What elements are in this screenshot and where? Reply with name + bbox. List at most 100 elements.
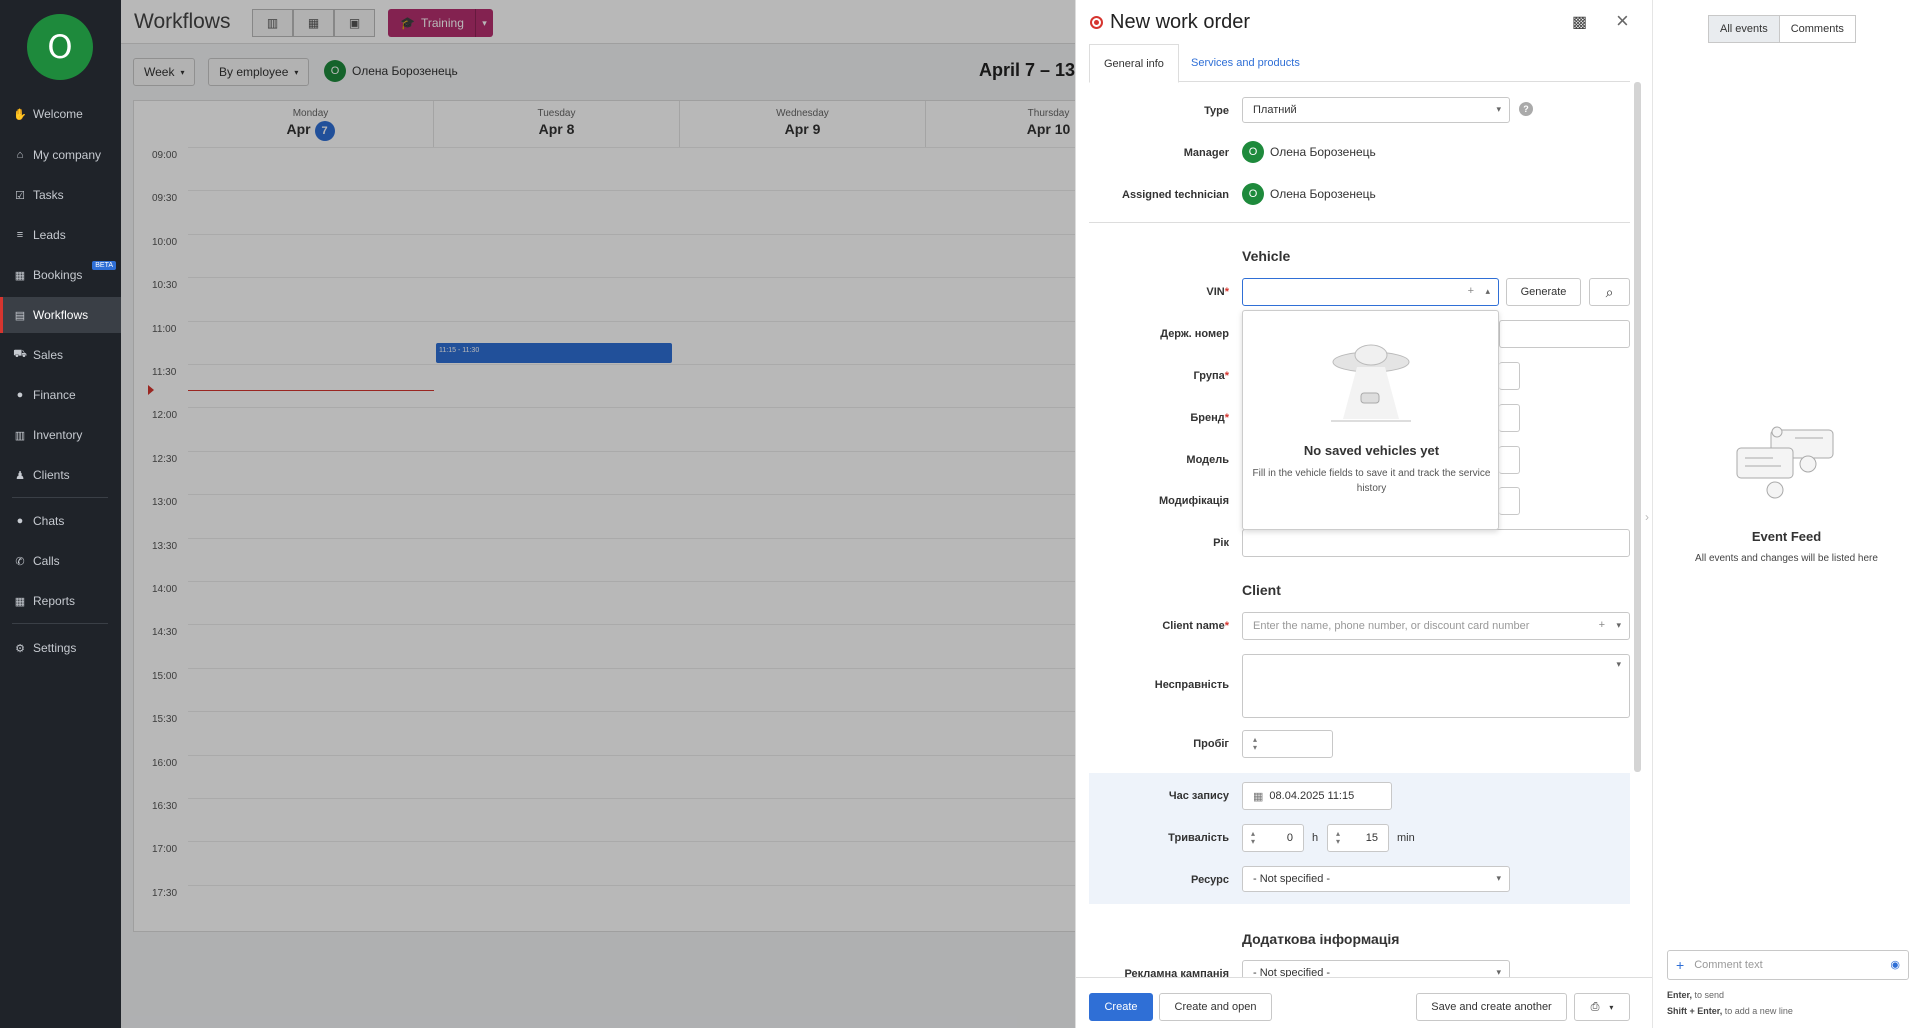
chevron-down-icon: ▾: [1609, 1002, 1614, 1012]
send-hint: Enter, to send: [1667, 990, 1725, 1000]
sidebar-divider: [12, 623, 108, 624]
year-input[interactable]: [1242, 529, 1630, 557]
sidebar-item-bookings[interactable]: ▦ Bookings BETA: [0, 257, 121, 293]
sidebar-item-my-company[interactable]: ⌂ My company: [0, 137, 121, 173]
save-and-create-another-button[interactable]: Save and create another: [1416, 993, 1567, 1021]
work-order-form: Type Платний ▾ ? Manager O Олена Борозенец…: [1089, 82, 1630, 977]
help-icon[interactable]: ?: [1519, 102, 1533, 116]
drawer-title-text: New work order: [1110, 11, 1251, 33]
stepper-arrows-icon[interactable]: ▴ ▾: [1251, 830, 1255, 846]
close-button[interactable]: ×: [1616, 8, 1629, 34]
chat-icon: ●: [16, 515, 24, 527]
avatar: O: [1242, 183, 1264, 205]
sidebar-item-leads[interactable]: ≡ Leads: [0, 217, 121, 253]
booking-time-input[interactable]: ▦ 08.04.2025 11:15: [1242, 782, 1392, 810]
record-icon: [1090, 16, 1103, 29]
vin-search-button[interactable]: ⌕: [1589, 278, 1630, 306]
chevron-down-icon[interactable]: ▾: [1616, 620, 1621, 631]
sidebar-item-finance[interactable]: ● Finance: [0, 377, 121, 413]
calendar-icon: ▦: [14, 269, 26, 282]
campaign-value: - Not specified -: [1253, 967, 1331, 977]
feed-tabs: All events Comments: [1708, 15, 1856, 43]
sidebar-item-tasks[interactable]: ☑ Tasks: [0, 177, 121, 213]
client-name-input[interactable]: Enter the name, phone number, or discoun…: [1242, 612, 1630, 640]
modification-select[interactable]: [1499, 487, 1520, 515]
fault-textarea[interactable]: ▾: [1242, 654, 1630, 718]
duration-minutes-value: 15: [1365, 832, 1378, 844]
fault-label: Несправність: [1154, 679, 1229, 691]
sidebar-item-inventory[interactable]: ▥ Inventory: [0, 417, 121, 453]
campaign-select[interactable]: - Not specified - ▾: [1242, 960, 1510, 977]
modal-overlay[interactable]: [121, 0, 1196, 1028]
sidebar-item-label: Reports: [33, 594, 76, 608]
event-feed-illustration-icon: [1736, 426, 1834, 499]
chevron-up-icon[interactable]: ▴: [1485, 286, 1490, 297]
drawer-scrollbar[interactable]: [1634, 82, 1641, 772]
sidebar-item-label: Finance: [33, 388, 76, 402]
tab-general-info[interactable]: General info: [1089, 44, 1179, 83]
stepper-arrows-icon[interactable]: ▴ ▾: [1253, 736, 1257, 752]
event-feed-title: Event Feed: [1751, 529, 1822, 544]
sidebar-item-settings[interactable]: ⚙ Settings: [0, 630, 121, 666]
eye-icon[interactable]: ◉: [1890, 958, 1900, 971]
create-open-label: Create and open: [1174, 1001, 1257, 1013]
wave-hand-icon: ✋: [13, 108, 27, 121]
technician-name: Олена Борозенець: [1270, 187, 1376, 201]
tab-services-products[interactable]: Services and products: [1177, 44, 1314, 83]
sidebar-item-calls[interactable]: ✆ Calls: [0, 543, 121, 579]
duration-hours-stepper[interactable]: ▴ ▾ 0: [1242, 824, 1304, 852]
vin-label: VIN*: [1206, 286, 1229, 298]
minutes-unit: min: [1397, 832, 1415, 844]
manager-field[interactable]: O Олена Борозенець: [1242, 141, 1376, 163]
newline-hint: Shift + Enter, to add a new line: [1667, 1006, 1793, 1016]
vin-input[interactable]: + ▴: [1242, 278, 1499, 306]
plus-icon[interactable]: +: [1468, 285, 1474, 297]
workflow-icon: ▤: [14, 309, 26, 322]
sidebar-item-welcome[interactable]: ✋ Welcome: [0, 96, 121, 132]
plus-icon[interactable]: +: [1676, 957, 1684, 973]
sidebar-item-label: My company: [33, 148, 102, 162]
technician-field[interactable]: O Олена Борозенець: [1242, 183, 1376, 205]
search-icon: ⌕: [1605, 283, 1614, 300]
qr-code-button[interactable]: ▩: [1572, 12, 1587, 32]
event-feed-panel: All events Comments Event Feed All event…: [1652, 0, 1919, 1028]
sidebar-item-workflows[interactable]: ▤ Workflows: [0, 297, 121, 333]
generate-vin-button[interactable]: Generate: [1506, 278, 1581, 306]
booking-time-value: 08.04.2025 11:15: [1269, 790, 1355, 802]
calendar-icon: ▦: [1253, 790, 1264, 803]
stepper-arrows-icon[interactable]: ▴ ▾: [1336, 830, 1340, 846]
mileage-stepper[interactable]: ▴ ▾: [1242, 730, 1333, 758]
duration-hours-value: 0: [1286, 832, 1293, 844]
create-and-open-button[interactable]: Create and open: [1159, 993, 1272, 1021]
sidebar-item-chats[interactable]: ● Chats: [0, 503, 121, 539]
create-button[interactable]: Create: [1089, 993, 1153, 1021]
resource-select[interactable]: - Not specified - ▾: [1242, 866, 1510, 892]
modification-label: Модифікація: [1158, 495, 1229, 507]
sidebar-item-reports[interactable]: ▦ Reports: [0, 583, 121, 619]
duration-minutes-stepper[interactable]: ▴ ▾ 15: [1327, 824, 1389, 852]
tab-comments[interactable]: Comments: [1779, 15, 1856, 43]
print-button[interactable]: ⎙ ▾: [1574, 993, 1630, 1021]
sidebar-item-clients[interactable]: ♟ Clients: [0, 457, 121, 493]
type-select[interactable]: Платний ▾: [1242, 97, 1510, 123]
feed-collapse-toggle[interactable]: ›: [1645, 510, 1649, 524]
chevron-down-icon[interactable]: ▾: [1616, 659, 1621, 670]
user-avatar[interactable]: O: [27, 14, 93, 80]
model-label: Модель: [1186, 454, 1229, 466]
sidebar-item-label: Leads: [33, 228, 66, 242]
generate-label: Generate: [1520, 286, 1567, 298]
sidebar-item-sales[interactable]: ⛟ Sales: [0, 337, 121, 373]
campaign-label: Рекламна кампанія: [1124, 968, 1229, 977]
plate-input[interactable]: [1499, 320, 1630, 348]
sidebar: O ✋ Welcome ⌂ My company ☑ Tasks ≡ Leads ▦ Bo…: [0, 0, 121, 1028]
plus-icon[interactable]: +: [1599, 619, 1605, 631]
brand-select[interactable]: [1499, 404, 1520, 432]
model-select[interactable]: [1499, 446, 1520, 474]
coin-icon: ●: [16, 389, 24, 401]
chevron-down-icon: ▾: [1496, 873, 1501, 883]
group-select[interactable]: [1499, 362, 1520, 390]
comment-input[interactable]: + Comment text ◉: [1667, 950, 1909, 980]
client-name-label: Client name*: [1162, 620, 1229, 632]
comment-placeholder: Comment text: [1694, 959, 1763, 971]
tab-all-events[interactable]: All events: [1708, 15, 1780, 43]
